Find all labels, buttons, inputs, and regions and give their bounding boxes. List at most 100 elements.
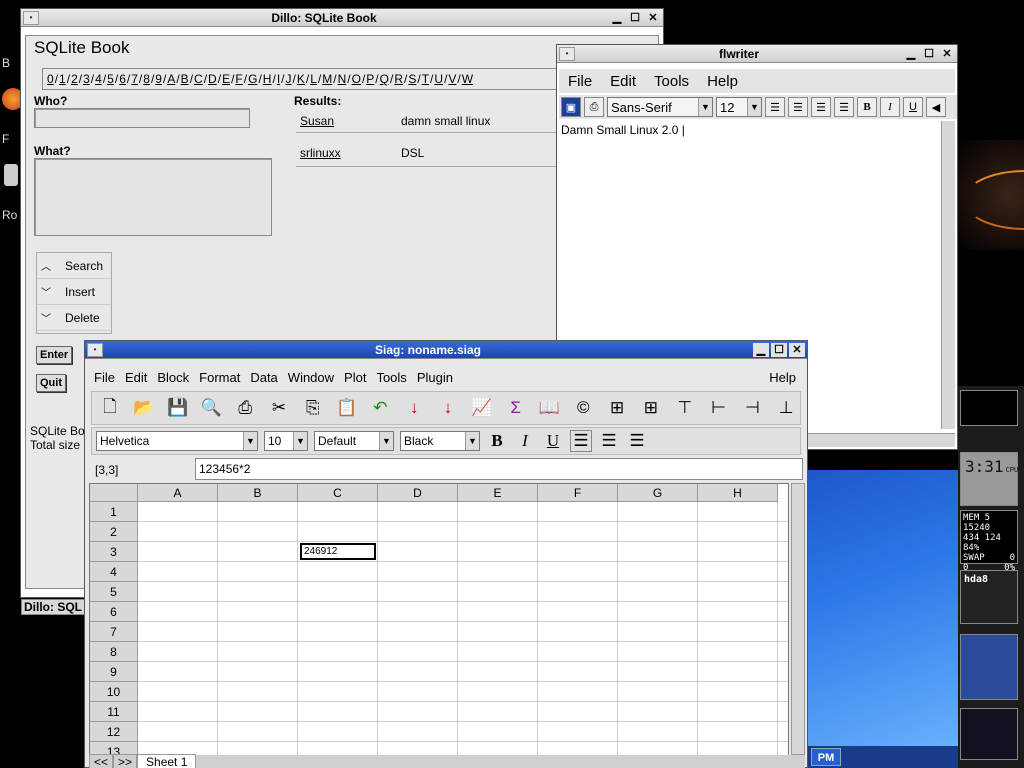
cut-icon[interactable]: ✂ [265, 394, 293, 422]
alpha-link[interactable]: C [194, 72, 203, 86]
arrow-left-icon[interactable]: ◀ [926, 97, 946, 117]
size-select[interactable]: 10 ▼ [264, 431, 308, 451]
result-name-2[interactable]: srlinuxx [300, 146, 341, 160]
row-header[interactable]: 10 [90, 682, 138, 702]
menu-window[interactable]: Window [288, 370, 334, 385]
menu-file[interactable]: File [568, 73, 592, 90]
italic-button[interactable]: I [514, 430, 536, 452]
spreadsheet-grid[interactable]: A B C D E F G H 1 2 3 4 5 6 7 8 9 10 11 12 13 246912 [89, 483, 789, 765]
column-header[interactable]: B [218, 484, 298, 502]
border-top-icon[interactable]: ⊤ [671, 394, 699, 422]
row-header[interactable]: 4 [90, 562, 138, 582]
alpha-link[interactable]: 2 [71, 72, 78, 86]
alpha-link[interactable]: 3 [83, 72, 90, 86]
who-input[interactable] [34, 108, 250, 128]
alpha-link[interactable]: B [181, 72, 189, 86]
active-cell[interactable]: 246912 [300, 543, 376, 560]
undo-icon[interactable]: ↶ [367, 394, 395, 422]
alpha-link[interactable]: N [338, 72, 347, 86]
alpha-link[interactable]: A [167, 72, 175, 86]
alpha-link[interactable]: E [222, 72, 230, 86]
alpha-link[interactable]: R [394, 72, 403, 86]
row-header[interactable]: 6 [90, 602, 138, 622]
minimize-icon[interactable]: ▁ [609, 11, 625, 25]
column-header[interactable]: C [298, 484, 378, 502]
menu-plot[interactable]: Plot [344, 370, 366, 385]
row-header[interactable]: 3 [90, 542, 138, 562]
new-file-icon[interactable]: 🗋 [96, 394, 124, 422]
print-icon[interactable]: ⎙ [231, 394, 259, 422]
menu-block[interactable]: Block [157, 370, 189, 385]
align-left-icon[interactable]: ☰ [570, 430, 592, 452]
menu-edit[interactable]: Edit [610, 73, 636, 90]
bold-button[interactable]: B [857, 97, 877, 117]
next-sheet-button[interactable]: >> [113, 754, 138, 768]
pager[interactable] [960, 634, 1018, 700]
menu-plugin[interactable]: Plugin [417, 370, 453, 385]
delete-button[interactable]: ﹀ Delete [37, 305, 111, 331]
row-header[interactable]: 9 [90, 662, 138, 682]
alpha-link[interactable]: Q [380, 72, 389, 86]
row-header[interactable]: 1 [90, 502, 138, 522]
insert-button[interactable]: ﹀ Insert [37, 279, 111, 305]
result-name-1[interactable]: Susan [300, 114, 334, 128]
alpha-link[interactable]: 7 [131, 72, 138, 86]
save-icon[interactable]: ▣ [561, 97, 581, 117]
quit-button[interactable]: Quit [36, 374, 66, 392]
minimize-icon[interactable]: ▁ [903, 47, 919, 61]
enter-button[interactable]: Enter [36, 346, 73, 364]
border-bottom-icon[interactable]: ⊥ [772, 394, 800, 422]
alpha-link[interactable]: L [310, 72, 317, 86]
size-select[interactable]: 12 ▼ [716, 97, 762, 117]
underline-button[interactable]: U [542, 430, 564, 452]
alpha-link[interactable]: U [434, 72, 443, 86]
font-select[interactable]: Sans-Serif ▼ [607, 97, 713, 117]
color-select[interactable]: Black ▼ [400, 431, 480, 451]
alpha-link[interactable]: P [366, 72, 374, 86]
column-header[interactable]: A [138, 484, 218, 502]
alpha-link[interactable]: I [277, 72, 280, 86]
align-center-icon[interactable]: ☰ [788, 97, 808, 117]
alpha-link[interactable]: 5 [107, 72, 114, 86]
italic-button[interactable]: I [880, 97, 900, 117]
alpha-link[interactable]: H [263, 72, 272, 86]
dillo-titlebar[interactable]: • Dillo: SQLite Book ▁ ☐ ✕ [21, 9, 663, 27]
maximize-icon[interactable]: ☐ [921, 47, 937, 61]
alpha-link[interactable]: 4 [95, 72, 102, 86]
alpha-link[interactable]: S [408, 72, 416, 86]
close-icon[interactable]: ✕ [939, 47, 955, 61]
border-right-icon[interactable]: ⊣ [738, 394, 766, 422]
open-folder-icon[interactable]: 📂 [130, 394, 158, 422]
alpha-link[interactable]: O [352, 72, 361, 86]
menu-tools[interactable]: Tools [654, 73, 689, 90]
row-header[interactable]: 12 [90, 722, 138, 742]
style-select[interactable]: Default ▼ [314, 431, 394, 451]
formula-input[interactable]: 123456*2 [195, 458, 803, 480]
terminal-icon[interactable] [4, 164, 18, 186]
column-header[interactable]: H [698, 484, 778, 502]
chart-icon[interactable]: 📈 [468, 394, 496, 422]
alpha-link[interactable]: 0 [47, 72, 54, 86]
minimize-icon[interactable]: ▁ [753, 342, 769, 357]
border-left-icon[interactable]: ⊢ [705, 394, 733, 422]
print-icon[interactable]: ⎙ [584, 97, 604, 117]
border-icon[interactable]: ⊞ [603, 394, 631, 422]
corner-cell[interactable] [90, 484, 138, 502]
paste-icon[interactable]: 📋 [333, 394, 361, 422]
column-header[interactable]: F [538, 484, 618, 502]
alpha-link[interactable]: 1 [59, 72, 66, 86]
maximize-icon[interactable]: ☐ [627, 11, 643, 25]
alpha-link[interactable]: T [422, 72, 429, 86]
menu-edit[interactable]: Edit [125, 370, 147, 385]
window-menu-icon[interactable]: • [23, 10, 39, 25]
first-sheet-button[interactable]: << [89, 754, 114, 768]
font-select[interactable]: Helvetica ▼ [96, 431, 258, 451]
vertical-scrollbar[interactable] [941, 121, 955, 429]
grid-icon[interactable]: ⊞ [637, 394, 665, 422]
book-icon[interactable]: 📖 [536, 394, 564, 422]
volume-control[interactable] [960, 708, 1018, 760]
copy-icon[interactable]: ⎘ [299, 394, 327, 422]
row-header[interactable]: 5 [90, 582, 138, 602]
alpha-link[interactable]: 6 [119, 72, 126, 86]
what-textarea[interactable] [34, 158, 272, 236]
